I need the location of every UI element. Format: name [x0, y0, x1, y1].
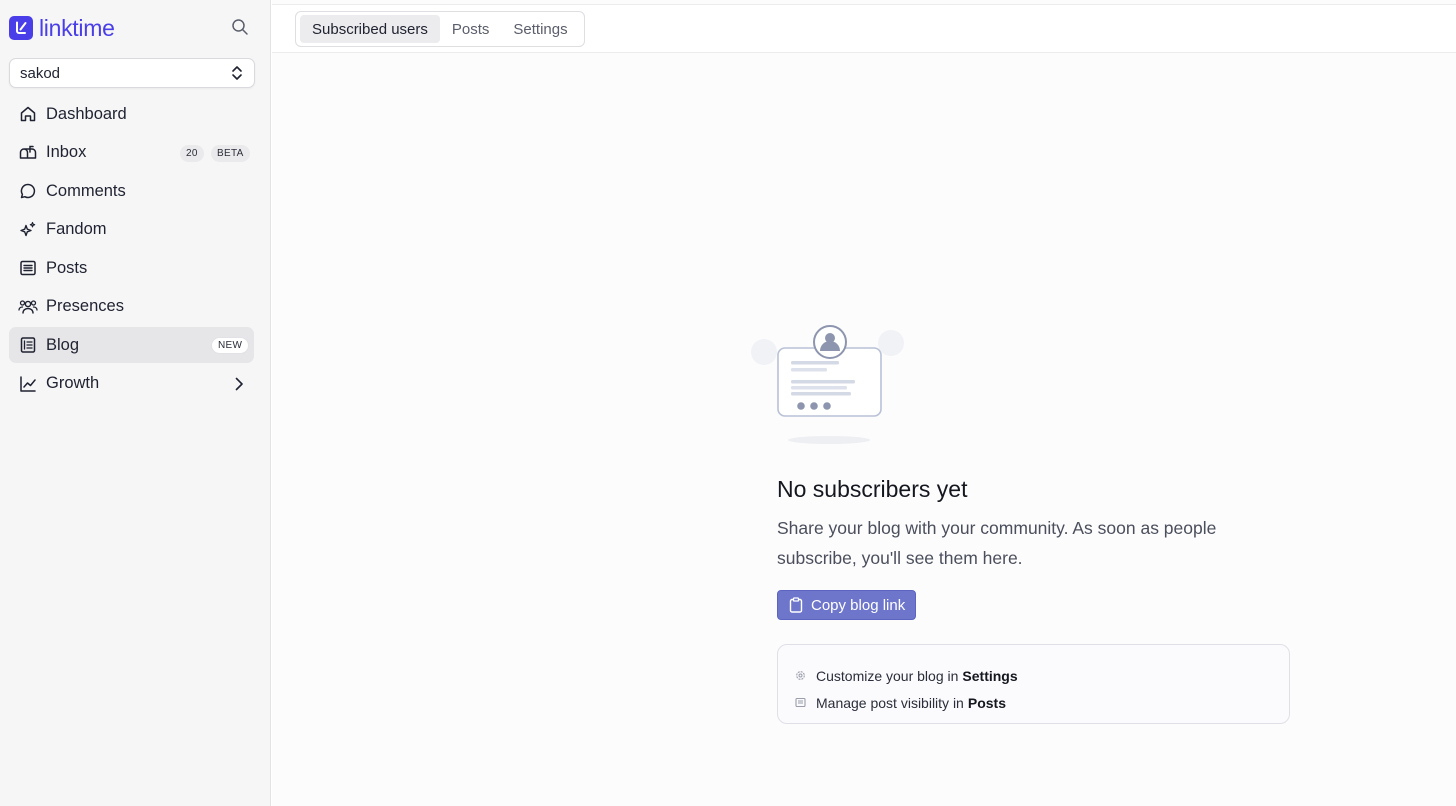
sidebar-nav: Dashboard Inbox 20 BETA Comments Fandom …	[9, 96, 254, 404]
sidebar-item-presences[interactable]: Presences	[9, 289, 254, 325]
sidebar-item-posts[interactable]: Posts	[9, 250, 254, 286]
hint-visibility: Manage post visibility in Posts	[795, 689, 1289, 716]
sidebar-item-dashboard[interactable]: Dashboard	[9, 96, 254, 132]
top-bar: Subscribed users Posts Settings	[272, 4, 1456, 53]
tab-subscribed-users[interactable]: Subscribed users	[300, 15, 440, 43]
blog-icon	[18, 335, 38, 355]
sidebar-item-label: Posts	[46, 258, 88, 277]
new-badge: NEW	[211, 337, 250, 354]
tab-posts[interactable]: Posts	[440, 15, 502, 43]
mailbox-icon	[18, 143, 38, 163]
empty-state-description: Share your blog with your community. As …	[777, 518, 1217, 568]
beta-badge: BETA	[211, 144, 250, 162]
main-content: Subscribed users Posts Settings No subsc…	[272, 0, 1456, 806]
empty-state-title: No subscribers yet	[777, 476, 968, 502]
linktime-logo-icon	[9, 16, 33, 40]
home-icon	[18, 104, 38, 124]
hints-box: Customize your blog in Settings Manage p…	[777, 644, 1290, 724]
chat-bubble-icon	[18, 181, 38, 201]
hint-visibility-text: Manage post visibility in	[816, 694, 964, 711]
sidebar-item-label: Dashboard	[46, 104, 127, 123]
sidebar-item-fandom[interactable]: Fandom	[9, 212, 254, 248]
sidebar-item-blog[interactable]: Blog NEW	[9, 327, 254, 363]
hint-posts-link[interactable]: Posts	[968, 695, 1006, 711]
chevron-updown-icon	[230, 64, 244, 82]
sidebar-item-label: Blog	[46, 335, 80, 354]
empty-state-illustration	[744, 320, 914, 455]
hint-settings-link[interactable]: Settings	[962, 668, 1017, 684]
tab-bar: Subscribed users Posts Settings	[295, 11, 585, 47]
inbox-count-badge: 20	[180, 144, 204, 162]
copy-blog-link-button[interactable]: Copy blog link	[777, 590, 916, 620]
chevron-right-icon	[234, 375, 244, 393]
brand-logo[interactable]: linktime	[9, 15, 115, 41]
sidebar-item-label: Inbox	[46, 143, 87, 161]
sidebar-item-label: Comments	[46, 181, 126, 200]
sidebar-item-growth[interactable]: Growth	[9, 366, 254, 402]
copy-blog-link-label: Copy blog link	[811, 596, 906, 614]
sidebar-item-label: Fandom	[46, 220, 107, 238]
users-icon	[18, 297, 38, 317]
account-name: sakod	[20, 64, 61, 82]
sidebar-item-label: Growth	[46, 374, 100, 392]
sidebar-item-inbox[interactable]: Inbox 20 BETA	[9, 135, 254, 171]
clipboard-icon	[789, 597, 803, 613]
account-select[interactable]: sakod	[9, 58, 255, 88]
list-icon	[18, 258, 38, 278]
sparkles-icon	[18, 220, 38, 240]
tab-settings[interactable]: Settings	[501, 15, 579, 43]
sidebar: linktime sakod Dashboard Inbox 20 BETA C…	[0, 0, 271, 806]
hint-customize-text: Customize your blog in	[816, 667, 959, 684]
sidebar-item-label: Presences	[46, 297, 124, 315]
chart-icon	[18, 374, 38, 394]
search-icon[interactable]	[229, 16, 251, 38]
brand-name: linktime	[39, 14, 115, 41]
document-icon	[795, 697, 806, 708]
hint-customize: Customize your blog in Settings	[795, 662, 1289, 689]
sidebar-item-comments[interactable]: Comments	[9, 173, 254, 209]
gear-icon	[795, 670, 806, 681]
